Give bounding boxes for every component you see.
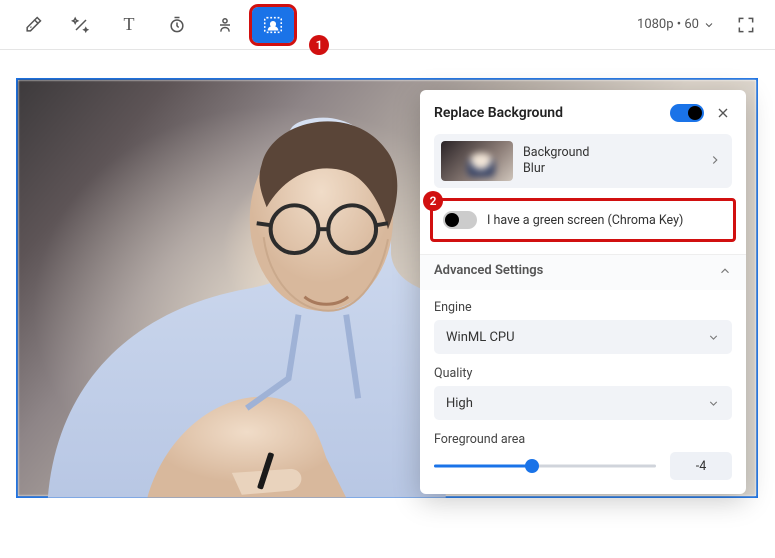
- color-picker-tool[interactable]: [12, 7, 54, 43]
- dropper-icon: [23, 15, 43, 35]
- quality-label: Quality: [434, 366, 732, 381]
- engine-select[interactable]: WinML CPU: [434, 320, 732, 354]
- fullscreen-icon: [736, 15, 756, 35]
- output-label-text: 1080p • 60: [637, 17, 699, 32]
- chevron-down-icon: [707, 331, 720, 344]
- engine-field: Engine WinML CPU: [434, 300, 732, 354]
- presenter-icon: [215, 15, 235, 35]
- panel-close-button[interactable]: [714, 104, 732, 122]
- advanced-settings-title: Advanced Settings: [434, 263, 543, 278]
- chevron-down-icon: [703, 19, 715, 31]
- background-replace-tool[interactable]: [252, 7, 294, 43]
- fullscreen-button[interactable]: [729, 8, 763, 42]
- video-preview[interactable]: Replace Background Background Blur: [16, 78, 758, 498]
- background-blur-label: Background Blur: [523, 145, 589, 176]
- close-icon: [715, 105, 731, 121]
- chroma-key-label: I have a green screen (Chroma Key): [487, 213, 683, 228]
- background-blur-thumb: [441, 141, 513, 181]
- chevron-down-icon: [707, 397, 720, 410]
- toolbar-tools: T: [12, 7, 294, 43]
- panel-header: Replace Background: [434, 104, 732, 122]
- panel-header-actions: [670, 104, 732, 122]
- output-settings[interactable]: 1080p • 60: [637, 17, 715, 32]
- foreground-slider-row: -4: [434, 452, 732, 480]
- foreground-field: Foreground area -4: [434, 432, 732, 480]
- background-blur-option[interactable]: Background Blur: [434, 134, 732, 188]
- quality-select[interactable]: High: [434, 386, 732, 420]
- replace-background-toggle[interactable]: [670, 104, 704, 122]
- chevron-right-icon: [708, 152, 722, 171]
- foreground-value: -4: [670, 452, 732, 480]
- chroma-key-toggle[interactable]: [443, 211, 477, 229]
- toolbar-right: 1080p • 60: [637, 8, 763, 42]
- foreground-slider[interactable]: [434, 456, 656, 476]
- top-toolbar: T 1080p • 60: [0, 0, 775, 50]
- quality-field: Quality High: [434, 366, 732, 420]
- chroma-key-row: 2 I have a green screen (Chroma Key): [430, 198, 736, 242]
- wand-icon: [71, 15, 91, 35]
- replace-background-panel: Replace Background Background Blur: [420, 90, 746, 494]
- presenter-tool[interactable]: [204, 7, 246, 43]
- text-icon: T: [124, 14, 135, 35]
- magic-wand-tool[interactable]: [60, 7, 102, 43]
- timer-tool[interactable]: [156, 7, 198, 43]
- foreground-label: Foreground area: [434, 432, 732, 447]
- text-tool[interactable]: T: [108, 7, 150, 43]
- background-icon: [262, 14, 284, 36]
- stage: Replace Background Background Blur: [0, 50, 775, 514]
- annotation-badge-2: 2: [423, 191, 443, 211]
- chevron-up-icon: [718, 264, 732, 278]
- engine-label: Engine: [434, 300, 732, 315]
- engine-value: WinML CPU: [446, 330, 515, 345]
- quality-value: High: [446, 396, 473, 411]
- panel-title: Replace Background: [434, 105, 563, 121]
- timer-icon: [167, 15, 187, 35]
- advanced-settings-header[interactable]: Advanced Settings: [420, 254, 746, 290]
